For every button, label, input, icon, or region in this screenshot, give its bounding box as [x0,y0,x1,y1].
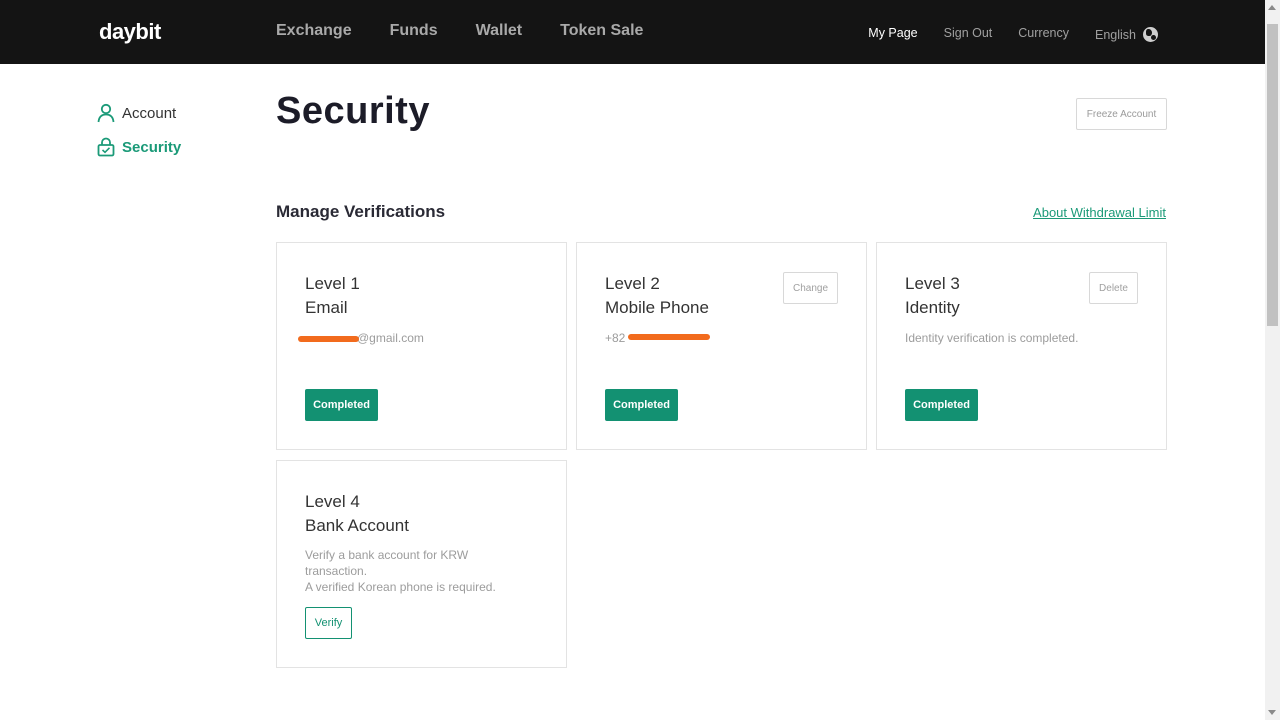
globe-icon [1143,27,1158,42]
description-line: Verify a bank account for KRW transactio… [305,548,469,578]
card-level: Level 3 [905,274,960,293]
sidebar: Account Security [97,102,181,170]
card-heading: Level 1 Email [305,272,360,320]
language-menu[interactable]: English [1095,24,1158,42]
delete-identity-button[interactable]: Delete [1089,272,1138,304]
currency-menu[interactable]: Currency [1018,26,1069,40]
card-heading: Level 4 Bank Account [305,490,409,538]
card-heading: Level 3 Identity [905,272,960,320]
bank-account-description: Verify a bank account for KRW transactio… [305,547,505,595]
card-name: Email [305,298,348,317]
card-level: Level 1 [305,274,360,293]
card-name: Mobile Phone [605,298,709,317]
about-withdrawal-limit-link[interactable]: About Withdrawal Limit [1033,205,1166,220]
description-line: A verified Korean phone is required. [305,580,496,594]
verification-card-level-1: Level 1 Email @gmail.com Completed [276,242,567,450]
right-nav: My Page Sign Out Currency English [842,24,1158,42]
nav-exchange[interactable]: Exchange [276,22,352,40]
freeze-account-button[interactable]: Freeze Account [1076,98,1167,130]
top-navbar: daybit Exchange Funds Wallet Token Sale … [0,0,1265,64]
verification-card-level-3: Level 3 Identity Delete Identity verific… [876,242,1167,450]
email-value: @gmail.com [357,331,424,345]
nav-funds[interactable]: Funds [390,22,438,40]
change-phone-button[interactable]: Change [783,272,838,304]
page-scrollbar[interactable] [1265,0,1280,720]
identity-status-text: Identity verification is completed. [905,331,1079,345]
lock-icon [97,137,115,157]
completed-badge: Completed [605,389,678,421]
sign-out-link[interactable]: Sign Out [944,26,993,40]
card-level: Level 4 [305,492,360,511]
page-title: Security [276,90,430,132]
nav-wallet[interactable]: Wallet [476,22,523,40]
scroll-up-arrow-icon[interactable] [1268,5,1276,10]
scrollbar-thumb[interactable] [1267,24,1278,326]
verification-card-level-4: Level 4 Bank Account Verify a bank accou… [276,460,567,668]
scroll-down-arrow-icon[interactable] [1268,710,1276,715]
language-label: English [1095,28,1136,42]
verification-card-level-2: Level 2 Mobile Phone Change +82 Complete… [576,242,867,450]
card-level: Level 2 [605,274,660,293]
card-name: Bank Account [305,516,409,535]
card-name: Identity [905,298,960,317]
daybit-logo[interactable]: daybit [99,19,161,45]
user-icon [97,103,115,123]
redaction-mark [628,334,710,340]
redaction-mark [298,336,359,342]
sidebar-item-label: Security [122,138,182,156]
my-page-link[interactable]: My Page [868,26,917,40]
main-nav: Exchange Funds Wallet Token Sale [276,22,681,40]
phone-value: +82 [605,331,626,345]
nav-token-sale[interactable]: Token Sale [560,22,643,40]
sidebar-item-security[interactable]: Security [97,136,181,158]
sidebar-item-label: Account [122,104,177,122]
card-heading: Level 2 Mobile Phone [605,272,709,320]
verify-bank-account-button[interactable]: Verify [305,607,352,639]
completed-badge: Completed [305,389,378,421]
sidebar-item-account[interactable]: Account [97,102,181,124]
section-title: Manage Verifications [276,202,446,221]
completed-badge: Completed [905,389,978,421]
